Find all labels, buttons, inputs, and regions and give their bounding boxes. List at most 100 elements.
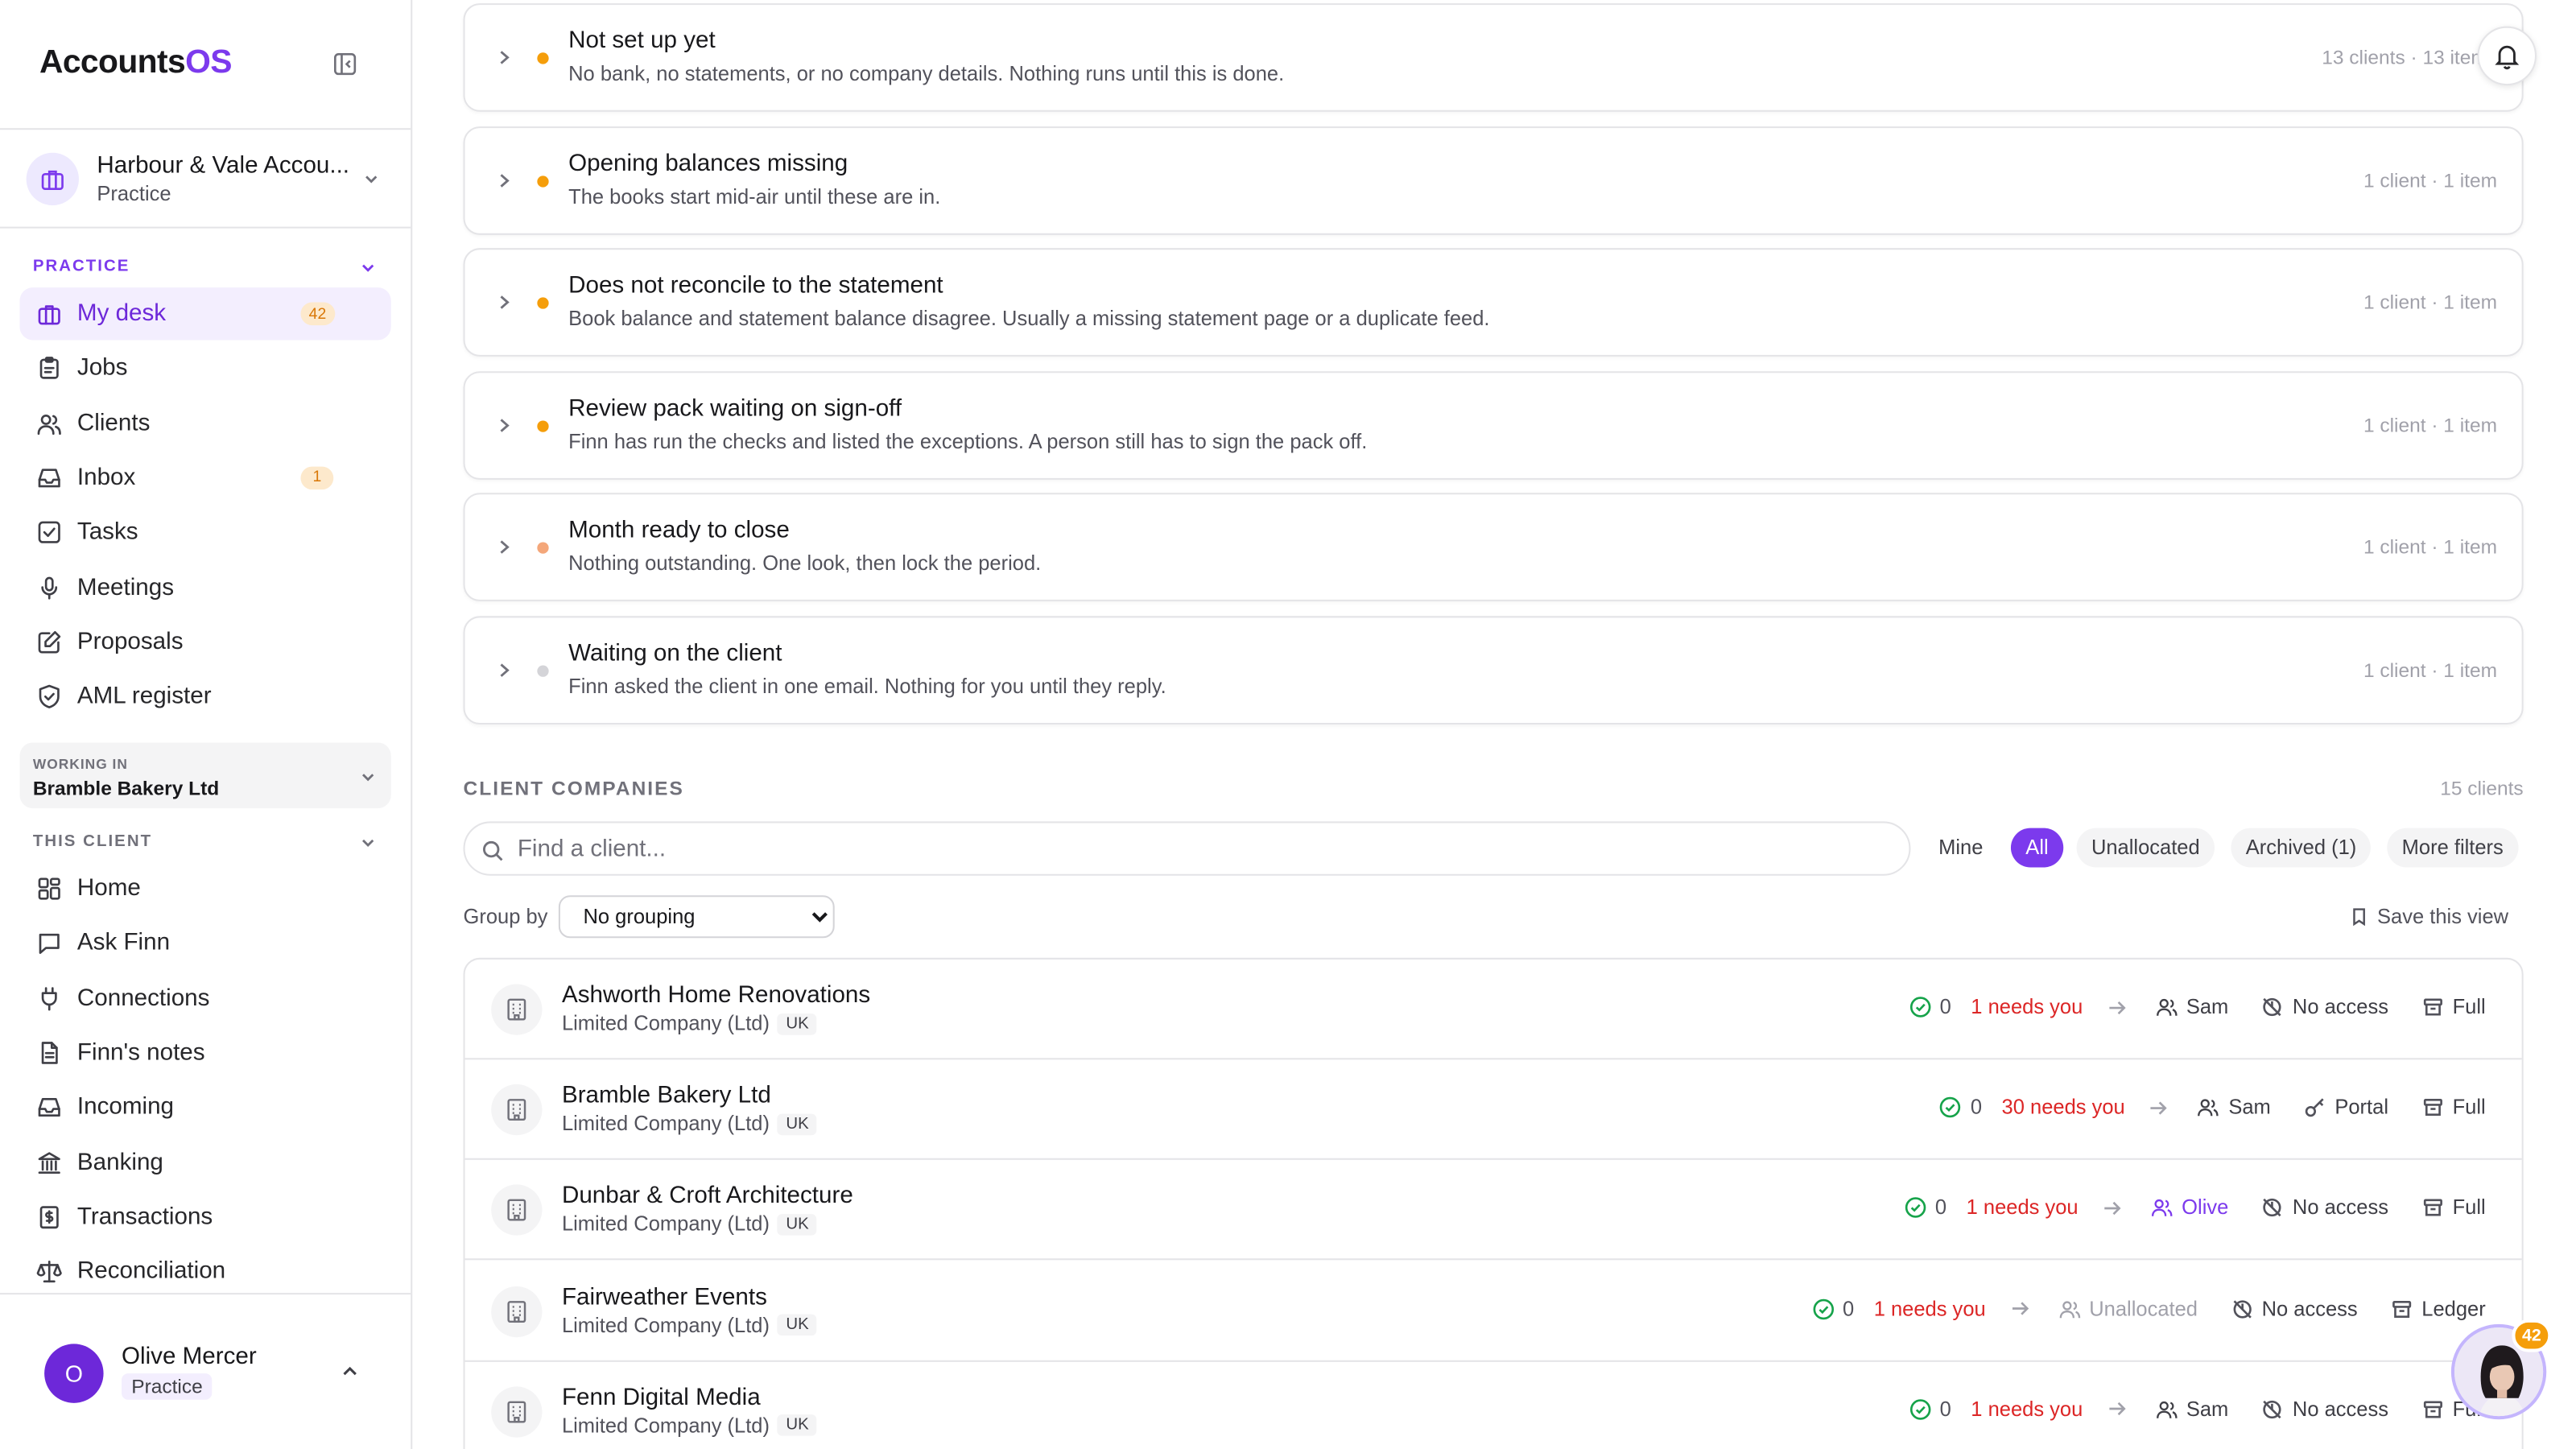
needs-you-count[interactable]: 1 needs you (1971, 1397, 2083, 1421)
chevron-right-icon[interactable] (494, 46, 514, 77)
client-name[interactable]: Fairweather Events (562, 1284, 767, 1311)
save-view-button[interactable]: Save this view (2349, 905, 2508, 928)
sidebar-item-connections[interactable]: Connections (19, 972, 390, 1024)
owner[interactable]: Unallocated (2058, 1297, 2198, 1320)
portal-access[interactable]: No access (2231, 1297, 2358, 1320)
sidebar-collapse-icon[interactable] (332, 51, 358, 77)
check-circle-icon (1905, 1198, 1926, 1219)
sidebar-item-tasks[interactable]: Tasks (19, 506, 390, 559)
client-type: Limited Company (Ltd) UK (562, 1012, 818, 1035)
sidebar-item-finn-s-notes[interactable]: Finn's notes (19, 1026, 390, 1079)
arrow-right-icon (2008, 1298, 2038, 1319)
portal-access[interactable]: Portal (2304, 1096, 2388, 1119)
chevron-up-icon[interactable] (338, 1360, 361, 1392)
organization-switcher[interactable]: Harbour & Vale Accou... Practice (26, 150, 391, 208)
inbox-icon (38, 469, 60, 488)
owner[interactable]: Olive (2150, 1196, 2228, 1220)
nav-item-label: Incoming (76, 1094, 175, 1121)
sidebar-item-clients[interactable]: Clients (19, 397, 390, 449)
building-icon (491, 984, 543, 1035)
grid-icon (38, 877, 60, 900)
needs-you-count[interactable]: 1 needs you (1874, 1297, 1986, 1320)
nav-item-label: My desk (76, 300, 167, 328)
service-scope[interactable]: Full (2421, 1096, 2486, 1119)
sidebar-item-home[interactable]: Home (19, 862, 390, 914)
table-row[interactable]: Fenn Digital Media Limited Company (Ltd) U… (465, 1361, 2522, 1449)
owner[interactable]: Sam (2198, 1096, 2271, 1119)
attention-group-card[interactable]: Review pack waiting on sign-off Finn has … (463, 370, 2524, 479)
chevron-right-icon[interactable] (494, 658, 514, 689)
sidebar-item-incoming[interactable]: Incoming (19, 1081, 390, 1133)
table-row[interactable]: Fairweather Events Limited Company (Ltd) U… (464, 1261, 2522, 1361)
filter-chip-more-filters[interactable]: More filters (2387, 828, 2519, 868)
sidebar-item-jobs[interactable]: Jobs (19, 342, 390, 394)
search-input[interactable] (517, 832, 1832, 866)
chevron-right-icon[interactable] (494, 291, 514, 322)
client-name[interactable]: Bramble Bakery Ltd (562, 1083, 771, 1109)
users-icon (2156, 1401, 2178, 1418)
filter-chip-archived-1[interactable]: Archived (1) (2231, 828, 2372, 868)
chevron-right-icon[interactable] (494, 535, 514, 567)
service-scope[interactable]: Full (2421, 996, 2486, 1018)
done-count: 0 (1939, 1096, 1982, 1119)
table-row[interactable]: Bramble Bakery Ltd Limited Company (Ltd) U… (464, 1060, 2522, 1161)
needs-you-count[interactable]: 1 needs you (1967, 1196, 2079, 1220)
portal-access[interactable]: No access (2261, 1397, 2388, 1421)
filter-chip-unallocated[interactable]: Unallocated (2076, 828, 2215, 868)
key-icon (2306, 1098, 2325, 1117)
chevron-down-icon[interactable] (358, 256, 378, 286)
group-by-label: Group by (463, 905, 548, 929)
table-row[interactable]: Ashworth Home Renovations Limited Company… (464, 960, 2522, 1060)
owner[interactable]: Sam (2155, 996, 2228, 1018)
attention-group-card[interactable]: Opening balances missing The books start … (463, 126, 2524, 234)
user-menu[interactable]: O Olive Mercer Practice (0, 1293, 411, 1449)
client-name[interactable]: Ashworth Home Renovations (562, 982, 870, 1009)
client-name[interactable]: Dunbar & Croft Architecture (562, 1183, 853, 1210)
filter-chip-all[interactable]: All (2010, 828, 2064, 868)
working-in-selector[interactable]: WORKING IN Bramble Bakery Ltd (19, 742, 391, 809)
portal-access[interactable]: No access (2261, 996, 2388, 1018)
attention-group-card[interactable]: Waiting on the client Finn asked the clie… (463, 615, 2524, 724)
users-icon (2059, 1300, 2080, 1318)
building-icon (491, 1084, 543, 1136)
notifications-button[interactable] (2477, 26, 2537, 86)
chevron-right-icon[interactable] (494, 413, 514, 444)
sidebar-item-aml-register[interactable]: AML register (19, 671, 390, 723)
service-scope[interactable]: Full (2421, 1196, 2486, 1220)
attention-group-card[interactable]: Not set up yet No bank, no statements, or… (463, 3, 2524, 112)
country-badge: UK (778, 1314, 818, 1336)
chevron-right-icon[interactable] (494, 168, 514, 200)
attention-group-card[interactable]: Month ready to close Nothing outstanding.… (463, 493, 2524, 601)
message-icon (39, 934, 60, 955)
table-row[interactable]: Dunbar & Croft Architecture Limited Compa… (464, 1161, 2522, 1261)
needs-you-count[interactable]: 30 needs you (2002, 1096, 2125, 1120)
client-name[interactable]: Fenn Digital Media (562, 1385, 761, 1411)
app-logo[interactable]: AccountsOS (39, 44, 232, 82)
sidebar-item-my-desk[interactable]: My desk 42 (19, 287, 391, 341)
sidebar-item-meetings[interactable]: Meetings (19, 561, 390, 613)
filter-chip-mine[interactable]: Mine (1924, 828, 1998, 868)
sidebar-item-banking[interactable]: Banking (19, 1136, 390, 1188)
client-search[interactable] (463, 821, 1911, 876)
portal-access[interactable]: No access (2261, 1196, 2388, 1220)
sidebar-item-reconciliation[interactable]: Reconciliation (19, 1245, 390, 1298)
sidebar-item-transactions[interactable]: Transactions (19, 1191, 390, 1243)
service-scope[interactable]: Ledger (2390, 1297, 2486, 1320)
client-status: 0 1 needs you Unallocated No access Ledger (1811, 1297, 2486, 1320)
group-title: Opening balances missing (568, 150, 848, 177)
no-access-icon (2264, 1400, 2282, 1418)
chevron-down-icon[interactable] (358, 832, 378, 861)
group-by-select[interactable]: No grouping (558, 895, 835, 939)
sidebar-item-ask-finn[interactable]: Ask Finn (19, 917, 390, 969)
shield-check-icon (39, 684, 60, 709)
needs-you-count[interactable]: 1 needs you (1971, 996, 2083, 1019)
status-dot (537, 664, 549, 676)
sidebar-item-proposals[interactable]: Proposals (19, 616, 390, 668)
sidebar-item-inbox[interactable]: Inbox 1 (19, 452, 390, 504)
check-circle-icon (1909, 997, 1930, 1018)
owner[interactable]: Sam (2155, 1397, 2228, 1421)
no-access-icon (2264, 997, 2282, 1017)
status-dot (537, 419, 549, 431)
country-badge: UK (778, 1113, 818, 1135)
attention-group-card[interactable]: Does not reconcile to the statement Book … (463, 248, 2524, 357)
